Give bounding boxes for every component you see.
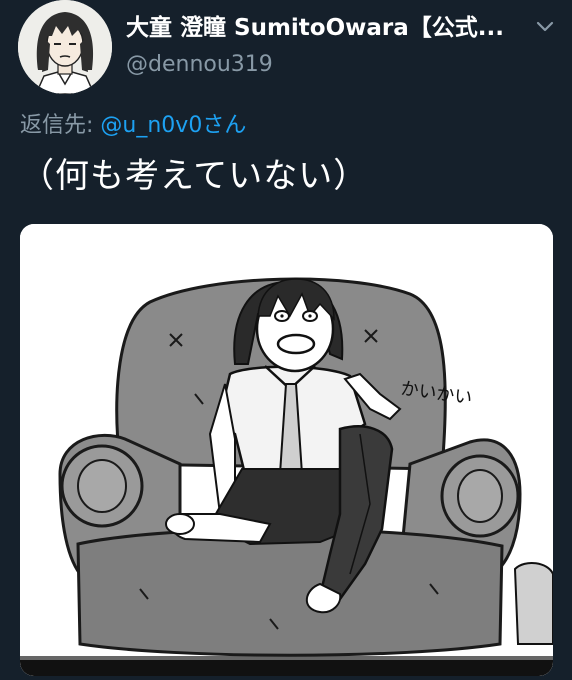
display-name[interactable]: 大童 澄瞳 SumitoOwara【公式... xyxy=(126,8,504,42)
reply-prefix: 返信先: xyxy=(20,113,94,138)
user-handle[interactable]: @dennou319 xyxy=(126,52,273,77)
avatar-portrait-icon xyxy=(18,0,112,94)
tweet-image[interactable]: かいかい xyxy=(20,224,553,676)
tweet-text: （何も考えていない） xyxy=(20,156,369,196)
reply-mention-link[interactable]: @u_n0v0さん xyxy=(100,113,246,138)
avatar[interactable] xyxy=(18,0,112,94)
tweet: 大童 澄瞳 SumitoOwara【公式... @dennou319 返信先: … xyxy=(0,0,572,680)
chevron-down-icon[interactable] xyxy=(533,14,557,38)
manga-illustration: かいかい xyxy=(20,224,553,676)
reply-to-line: 返信先: @u_n0v0さん xyxy=(20,107,246,139)
